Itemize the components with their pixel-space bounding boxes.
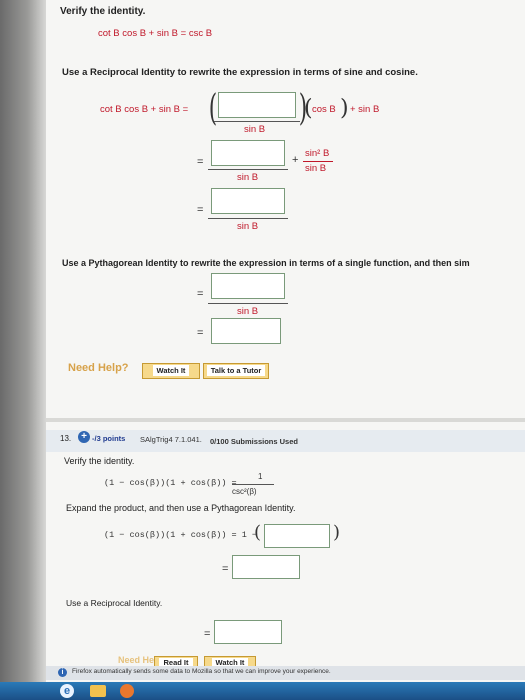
denominator-sinB: sin B [237,221,259,232]
fraction-bar [214,121,300,122]
close-paren: ) [333,522,341,543]
info-icon: i [58,668,67,677]
section-divider [46,418,525,422]
equals-2: = [197,204,204,216]
watch-it-label: Watch It [152,365,190,376]
watch-it-button[interactable]: Watch It [142,363,200,379]
answer-box-numerator-1[interactable] [218,92,296,118]
answer-box-final[interactable] [211,318,281,344]
talk-to-tutor-button[interactable]: Talk to a Tutor [203,363,269,379]
sin2B-numerator: sin² B [305,148,330,159]
open-paren: ( [208,88,218,129]
submissions-used: 0/100 Submissions Used [210,437,298,446]
folder-icon[interactable] [90,685,106,697]
screen: Verify the identity. cot B cos B + sin B… [0,0,525,700]
equals-4: = [197,327,204,339]
q13-answer-box-2[interactable] [232,555,300,579]
fraction-bar [208,218,288,219]
answer-box-numerator-2[interactable] [211,140,285,166]
q13-expr: (1 − cos(β))(1 + cos(β)) = 1 − [104,530,258,540]
monitor-bezel [0,0,46,700]
expand-icon[interactable]: + [78,431,90,443]
q13-instruction-reciprocal: Use a Reciprocal Identity. [66,598,163,608]
instruction-pythagorean: Use a Pythagorean Identity to rewrite th… [62,258,470,268]
plus-sinB: + sin B [350,104,380,115]
fraction-bar [303,161,333,162]
q13-identity-lhs: (1 − cos(β))(1 + cos(β)) = [104,478,237,488]
cosB-term: cos B [312,104,336,115]
q13-equals: = [204,628,211,640]
denominator-sinB: sin B [237,306,259,317]
question-points: -/3 points [92,434,126,443]
need-help-label: Need Help? [68,362,129,374]
plus-sign: + [292,154,299,166]
q13-answer-box-3[interactable] [214,620,282,644]
open-paren: ( [254,522,262,543]
q13-instruction-expand: Expand the product, and then use a Pytha… [66,503,296,513]
firefox-icon[interactable] [120,684,134,698]
q13-title: Verify the identity. [64,456,135,466]
notification-text: Firefox automatically sends some data to… [72,668,331,675]
instruction-reciprocal: Use a Reciprocal Identity to rewrite the… [62,67,418,78]
q13-frac-den: csc²(β) [232,487,257,496]
question-number: 13. [60,434,72,443]
lhs-expression: cot B cos B + sin B = [100,104,189,115]
problem-title: Verify the identity. [60,6,146,17]
identity-statement: cot B cos B + sin B = csc B [98,28,213,39]
close-paren-small: ) [340,96,349,121]
fraction-bar [208,169,288,170]
denominator-sinB: sin B [237,172,259,183]
fraction-bar [208,303,288,304]
answer-box-numerator-4[interactable] [211,273,285,299]
browser-icon[interactable]: e [60,684,74,698]
answer-box-numerator-3[interactable] [211,188,285,214]
fraction-bar [232,484,274,485]
q13-frac-num: 1 [258,472,263,481]
q13-answer-box-1[interactable] [264,524,330,548]
sin2B-denominator: sin B [305,163,327,174]
question-source[interactable]: SAlgTrig4 7.1.041. [140,435,202,444]
equals-3: = [197,288,204,300]
denominator-sinB: sin B [244,124,266,135]
equals-1: = [197,156,204,168]
taskbar [0,682,525,700]
q13-equals: = [222,563,229,575]
talk-to-tutor-label: Talk to a Tutor [206,365,266,376]
